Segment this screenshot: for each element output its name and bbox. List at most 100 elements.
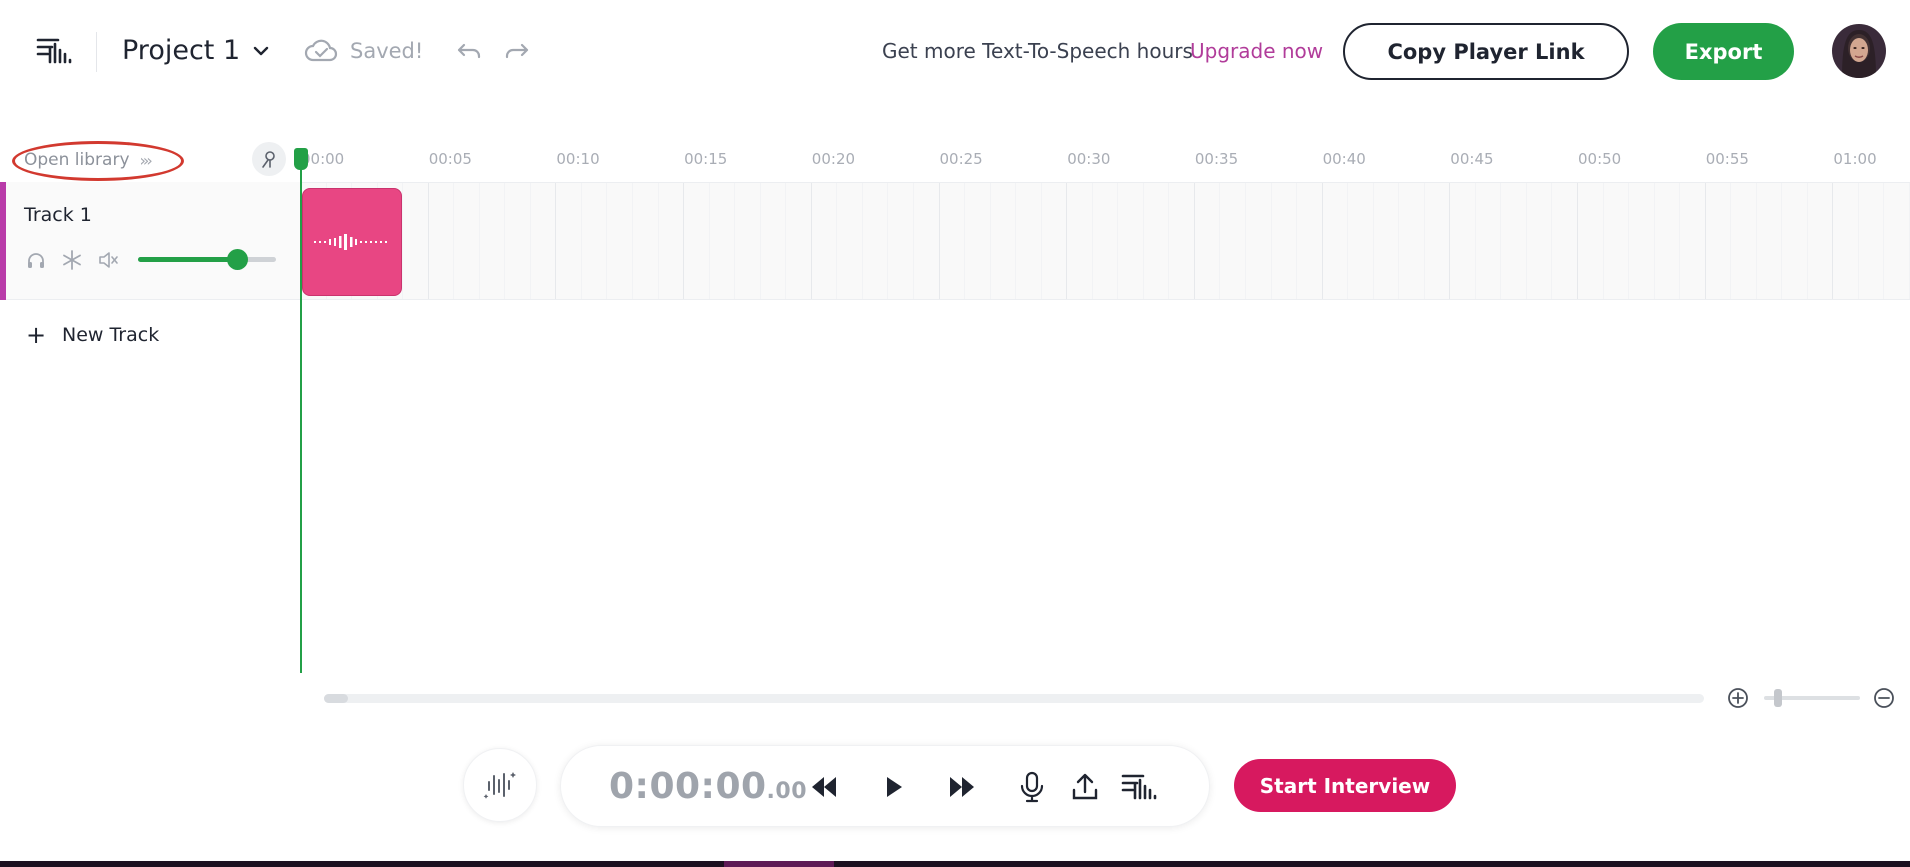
- volume-slider-fill: [138, 257, 238, 262]
- grid-line: [708, 183, 710, 299]
- grid-line: [1781, 183, 1783, 299]
- zoom-in-icon[interactable]: [1726, 686, 1750, 710]
- redo-icon[interactable]: [502, 36, 532, 66]
- open-library-label: Open library: [24, 150, 130, 170]
- plus-icon: +: [26, 321, 47, 349]
- time-fraction: .00: [766, 779, 808, 804]
- grid-line: [1066, 183, 1068, 299]
- play-icon[interactable]: [875, 768, 913, 806]
- zoom-slider-knob[interactable]: [1774, 689, 1782, 707]
- double-chevron-right-icon: ›››: [139, 150, 153, 170]
- chevron-down-icon[interactable]: [250, 40, 272, 62]
- grid-line: [964, 183, 966, 299]
- waveform-icon: [314, 234, 387, 250]
- grid-line: [810, 183, 812, 299]
- snap-marker-button[interactable]: [252, 142, 286, 176]
- grid-line: [1423, 183, 1425, 299]
- grid-line: [1372, 183, 1374, 299]
- time-display: 0:00:00.00: [609, 766, 807, 807]
- horizontal-scrollbar[interactable]: [324, 694, 1704, 703]
- grid-line: [1449, 183, 1451, 299]
- bottom-strip-accent: [724, 861, 834, 867]
- grid-line: [1679, 183, 1681, 299]
- grid-line: [1832, 183, 1834, 299]
- grid-line: [1040, 183, 1042, 299]
- sparkle-waveform-icon: [483, 772, 516, 799]
- grid-line: [1091, 183, 1093, 299]
- start-interview-button[interactable]: Start Interview: [1234, 759, 1456, 812]
- grid-line: [1244, 183, 1246, 299]
- grid-line: [989, 183, 991, 299]
- tts-promo-text: Get more Text-To-Speech hours: [882, 39, 1193, 63]
- grid-line: [759, 183, 761, 299]
- audio-clip[interactable]: [302, 188, 402, 296]
- new-track-label: New Track: [62, 324, 160, 346]
- rewind-icon[interactable]: [805, 768, 843, 806]
- grid-line: [529, 183, 531, 299]
- ruler-tick-label: 00:55: [1705, 150, 1749, 168]
- grid-line: [427, 183, 429, 299]
- grid-line: [657, 183, 659, 299]
- timeline-ruler[interactable]: 00:00 00:05 00:10 00:15 00:20 00:25 00:30 00:35…: [300, 144, 1910, 180]
- scrollbar-thumb[interactable]: [324, 694, 348, 703]
- undo-icon[interactable]: [454, 36, 484, 66]
- podcast-logo-icon[interactable]: [1121, 768, 1159, 806]
- cloud-saved-icon: [304, 38, 338, 64]
- ruler-tick-label: 00:45: [1450, 150, 1494, 168]
- grid-line: [1730, 183, 1732, 299]
- time-main: 0:00:00: [609, 766, 767, 807]
- user-avatar[interactable]: [1832, 24, 1886, 78]
- playhead-handle[interactable]: [294, 148, 308, 170]
- grid-line: [1755, 183, 1757, 299]
- ruler-tick-label: 00:50: [1578, 150, 1622, 168]
- grid-line: [912, 183, 914, 299]
- grid-line: [1628, 183, 1630, 299]
- zoom-out-icon[interactable]: [1872, 686, 1896, 710]
- grid-line: [1193, 183, 1195, 299]
- ruler-tick-label: 00:35: [1194, 150, 1239, 168]
- grid-line: [1270, 183, 1272, 299]
- track-lane[interactable]: [300, 182, 1910, 300]
- ruler-tick-label: 00:30: [1067, 150, 1111, 168]
- ai-audio-button[interactable]: [463, 748, 537, 822]
- upload-icon[interactable]: [1066, 768, 1104, 806]
- grid-line: [1551, 183, 1553, 299]
- project-name[interactable]: Project 1: [122, 34, 240, 68]
- playhead-line: [300, 152, 302, 673]
- grid-line: [606, 183, 608, 299]
- top-header: Project 1 Saved! Get more Text-To-Speech…: [0, 0, 1910, 104]
- track-name[interactable]: Track 1: [24, 204, 92, 226]
- fast-forward-icon[interactable]: [943, 768, 981, 806]
- ruler-tick-label: 00:05: [428, 150, 472, 168]
- mute-icon[interactable]: [96, 248, 120, 272]
- grid-line: [938, 183, 940, 299]
- grid-line: [861, 183, 863, 299]
- grid-line: [555, 183, 557, 299]
- new-track-button[interactable]: + New Track: [26, 320, 159, 350]
- grid-line: [1474, 183, 1476, 299]
- track-color-accent: [0, 182, 6, 300]
- headphones-icon[interactable]: [24, 248, 48, 272]
- snowflake-icon[interactable]: [60, 248, 84, 272]
- copy-player-link-button[interactable]: Copy Player Link: [1343, 23, 1629, 80]
- microphone-icon[interactable]: [1013, 768, 1051, 806]
- grid-line: [1015, 183, 1017, 299]
- open-library-button[interactable]: Open library ›››: [12, 142, 184, 178]
- grid-line: [1398, 183, 1400, 299]
- volume-slider[interactable]: [138, 249, 276, 270]
- track-header[interactable]: Track 1: [0, 182, 300, 300]
- grid-line: [632, 183, 634, 299]
- grid-line: [1168, 183, 1170, 299]
- grid-line: [1883, 183, 1885, 299]
- ruler-tick-label: 00:40: [1322, 150, 1366, 168]
- grid-line: [1857, 183, 1859, 299]
- ruler-tick-label: 00:20: [811, 150, 856, 168]
- transport-bar: 0:00:00.00: [560, 745, 1210, 827]
- upgrade-now-link[interactable]: Upgrade now: [1190, 38, 1323, 64]
- ruler-tick-label: 00:15: [684, 150, 728, 168]
- header-divider: [96, 32, 97, 72]
- grid-line: [1525, 183, 1527, 299]
- export-button[interactable]: Export: [1653, 23, 1794, 80]
- menu-logo-icon[interactable]: [34, 34, 74, 68]
- grid-line: [1347, 183, 1349, 299]
